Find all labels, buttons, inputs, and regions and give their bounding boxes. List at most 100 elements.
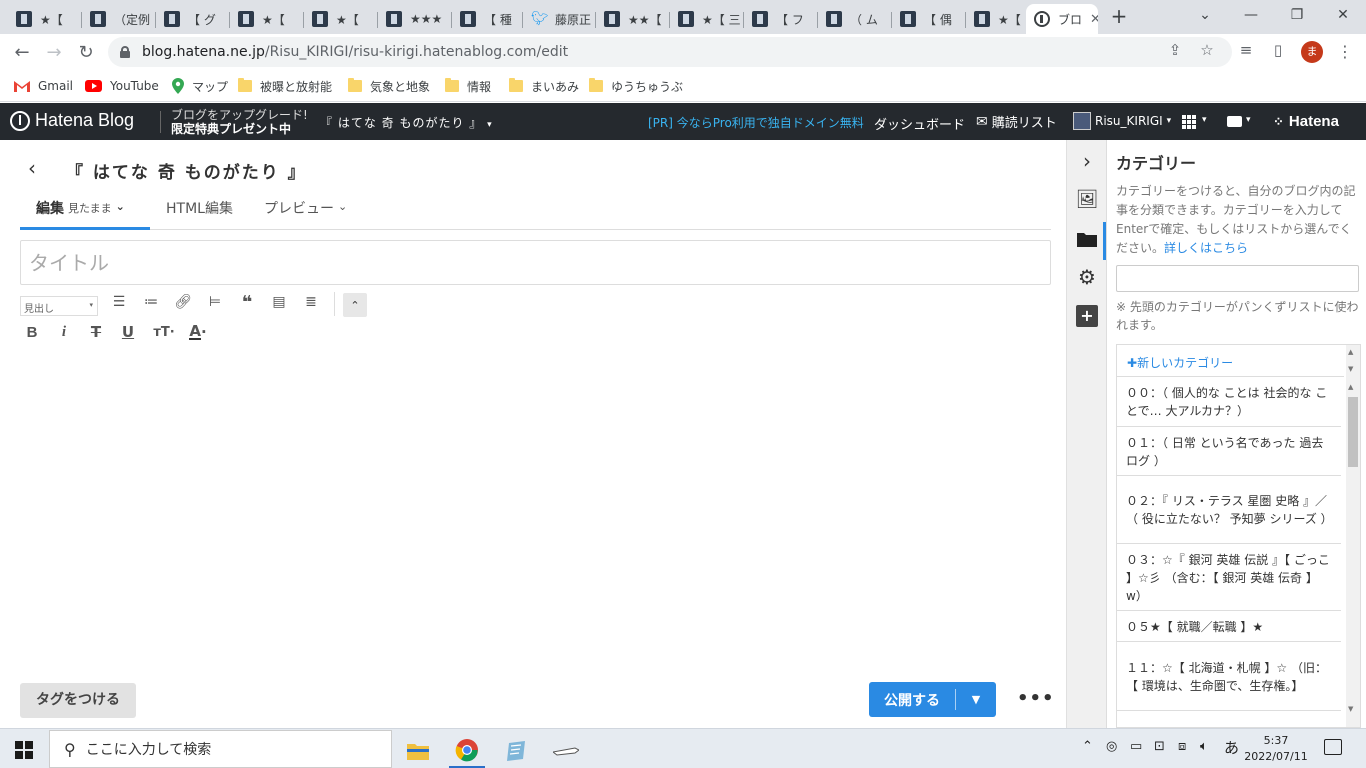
numbered-list-icon[interactable]: ≔ — [140, 291, 162, 313]
align-icon[interactable]: ≣ — [300, 291, 322, 313]
browser-tab[interactable]: 【 偶 — [892, 4, 966, 34]
chevron-down-icon[interactable]: ▼ — [956, 693, 996, 706]
category-item[interactable]: ０２：『 リス・テラス 星圏 史略 』／（ 役に立たない？ 予知夢 シリーズ ） — [1117, 477, 1341, 544]
browser-tab[interactable]: ★【 — [304, 4, 378, 34]
browser-tab[interactable]: （定例 — [82, 4, 156, 34]
display-icon[interactable]: ⧈ — [1178, 739, 1186, 754]
pr-link[interactable]: [PR] 今ならPro利用で独自ドメイン無料 — [648, 114, 864, 131]
title-input[interactable] — [20, 240, 1051, 285]
more-options-icon[interactable]: ••• — [1017, 688, 1055, 709]
browser-tab[interactable]: ★【 三 — [670, 4, 744, 34]
publish-button[interactable]: 公開する ▼ — [869, 682, 996, 717]
forward-icon[interactable]: → — [42, 40, 66, 64]
browser-tab[interactable]: （ ム — [818, 4, 892, 34]
hatena-brand[interactable]: ⁘ Hatena — [1273, 113, 1339, 130]
bookmark-folder[interactable]: 情報 — [445, 77, 491, 95]
back-icon[interactable]: ← — [10, 40, 34, 64]
scroll-down-icon[interactable]: ▼ — [1348, 365, 1353, 373]
browser-tab[interactable]: ★★★ — [378, 4, 452, 34]
category-item[interactable]: １１：☆【 北海道・札幌 】☆ （旧：【 環境は、生命圏で、生存権。】 — [1117, 643, 1341, 711]
collapse-panel-chevron-icon[interactable]: › — [1076, 149, 1098, 173]
bold-icon[interactable]: B — [21, 321, 43, 343]
notepad-icon[interactable] — [498, 734, 534, 768]
bookmark-youtube[interactable]: YouTube — [85, 77, 159, 95]
tab-preview[interactable]: プレビュー ⌄ — [264, 198, 347, 230]
horizontal-rule-icon[interactable]: ⊨ — [204, 291, 226, 313]
scroll-down-icon[interactable]: ▼ — [1348, 705, 1353, 713]
browser-tab[interactable]: 【 フ — [744, 4, 818, 34]
image-icon[interactable]: 🖼︎ — [1076, 188, 1099, 210]
apps-grid-icon[interactable] — [1182, 115, 1196, 129]
bookmark-folder[interactable]: 被曝と放射能 — [238, 77, 332, 95]
category-item[interactable]: ０５★【 就職／転職 】★ — [1117, 612, 1341, 642]
network-icon[interactable]: ⊡ — [1154, 739, 1165, 754]
category-input[interactable] — [1116, 265, 1359, 292]
close-window-button[interactable]: ✕ — [1320, 0, 1366, 30]
italic-icon[interactable]: i — [53, 321, 75, 343]
gear-icon[interactable]: ⚙ — [1076, 265, 1098, 289]
windows-start-icon[interactable] — [15, 741, 33, 759]
bookmark-folder[interactable]: まいあみ — [509, 77, 579, 95]
browser-tab[interactable]: ★★【 — [596, 4, 670, 34]
file-explorer-icon[interactable] — [400, 734, 436, 768]
address-bar[interactable]: blog.hatena.ne.jp/Risu_KIRIGI/risu-kirig… — [108, 37, 1232, 67]
reader-link[interactable]: ✉ 購読リスト — [976, 112, 1057, 132]
bullet-list-icon[interactable]: ☰ — [108, 291, 130, 313]
scroll-up-icon[interactable]: ▲ — [1348, 348, 1353, 356]
bookmark-maps[interactable]: マップ — [172, 77, 228, 95]
taskbar-search[interactable]: ⚲ ここに入力して検索 — [49, 730, 392, 768]
browser-tab[interactable]: ブロ ✕ — [1026, 4, 1098, 34]
bookmark-folder[interactable]: 気象と地象 — [348, 77, 430, 95]
notification-center-icon[interactable] — [1324, 739, 1342, 755]
category-item[interactable]: ００：（ 個人的な ことは 社会的な ことで… 大アルカナ？） — [1117, 378, 1341, 427]
reload-icon[interactable]: ↻ — [74, 40, 98, 64]
notification-icon[interactable] — [1227, 116, 1242, 127]
category-item[interactable]: ０１：（ 日常 という名であった 過去ログ ） — [1117, 428, 1341, 476]
format-select[interactable]: 見出し ▾ — [20, 296, 98, 316]
user-menu[interactable]: Risu_KIRIGI ▾ — [1073, 112, 1171, 130]
ime-indicator[interactable]: あ — [1224, 737, 1239, 758]
browser-tab[interactable]: ★【 — [230, 4, 304, 34]
side-panel-icon[interactable]: ▯ — [1268, 40, 1288, 60]
back-chevron-icon[interactable]: ‹ — [28, 156, 36, 180]
new-category-button[interactable]: ✚新しいカテゴリー — [1117, 345, 1344, 377]
profile-avatar[interactable]: ま — [1301, 41, 1323, 63]
upgrade-link[interactable]: ブログをアップグレード! 限定特典プレゼント中 — [171, 108, 308, 136]
tray-expand-icon[interactable]: ⌃ — [1082, 739, 1093, 754]
link-icon[interactable]: 🔗︎ — [172, 291, 194, 313]
tab-html-edit[interactable]: HTML編集 — [166, 198, 233, 230]
scroll-up-icon[interactable]: ▲ — [1348, 383, 1353, 391]
battery-icon[interactable]: ▭ — [1130, 739, 1142, 754]
scrollbar-thumb[interactable] — [1348, 397, 1358, 467]
blog-switcher[interactable]: 『 はてな 奇 ものがたり 』 ▾ — [320, 114, 493, 131]
plus-icon[interactable]: + — [1076, 305, 1098, 327]
share-icon[interactable]: ⇪ — [1165, 40, 1185, 60]
strikethrough-icon[interactable]: T — [85, 321, 107, 343]
folder-icon[interactable] — [1076, 228, 1098, 250]
browser-menu-icon[interactable]: ⋮ — [1336, 40, 1354, 64]
dashboard-link[interactable]: ダッシュボード — [874, 114, 965, 133]
app-icon[interactable] — [548, 734, 584, 768]
tab-search-icon[interactable]: ⌄ — [1182, 0, 1228, 30]
category-scrollbar[interactable]: ▲ ▼ ▲ ▼ — [1346, 345, 1360, 727]
taskbar-clock[interactable]: 5:37 2022/07/11 — [1243, 733, 1309, 765]
hatena-blog-logo[interactable]: Hatena Blog — [10, 110, 134, 131]
chrome-icon[interactable] — [449, 734, 485, 768]
details-link[interactable]: 詳しくはこちら — [1164, 241, 1248, 255]
tray-app-icon[interactable]: ◎ — [1106, 739, 1117, 754]
browser-tab[interactable]: 【 種 — [452, 4, 523, 34]
close-tab-icon[interactable]: ✕ — [1090, 12, 1098, 27]
tab-edit[interactable]: 編集 見たまま ⌄ — [20, 198, 150, 230]
volume-icon[interactable]: 🔈︎ — [1200, 739, 1208, 754]
quote-icon[interactable]: ❝ — [236, 291, 258, 313]
category-item[interactable]: ０３：☆『 銀河 英雄 伝説 』【 ごっこ 】☆彡 （含む：【 銀河 英雄 伝奇… — [1117, 545, 1341, 611]
bookmark-star-icon[interactable]: ☆ — [1197, 40, 1217, 60]
bookmark-gmail[interactable]: Gmail — [14, 77, 73, 95]
browser-tab[interactable]: 🐦︎ 藤原正 — [523, 4, 596, 34]
reading-list-icon[interactable]: ≡ — [1236, 40, 1256, 60]
category-list[interactable]: ✚新しいカテゴリー ００：（ 個人的な ことは 社会的な ことで… 大アルカナ？… — [1116, 344, 1361, 728]
maximize-button[interactable]: ❐ — [1274, 0, 1320, 30]
minimize-button[interactable]: — — [1228, 0, 1274, 30]
underline-icon[interactable]: U — [117, 321, 139, 343]
text-color-icon[interactable]: A · — [185, 321, 211, 343]
